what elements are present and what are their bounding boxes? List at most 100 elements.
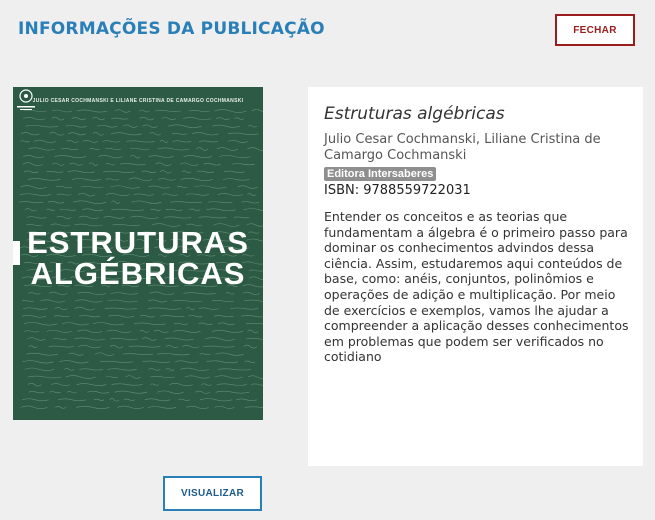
cover-scribble [77,192,96,197]
book-cover: JULIO CESAR COCHMANSKI E LILIANE CRISTIN… [13,87,263,420]
page-header-title: INFORMAÇÕES DA PUBLICAÇÃO [18,19,325,39]
view-button[interactable]: VISUALIZAR [163,476,262,511]
cover-scribble [184,375,211,379]
cover-scribble [215,352,244,356]
cover-scribble [51,162,65,166]
cover-scribble [170,201,202,204]
cover-scribble [176,186,188,188]
cover-scribble [205,337,236,341]
cover-scribble [20,140,30,143]
cover-scribble [76,109,108,113]
cover-scribble [130,215,159,219]
cover-scribble [46,330,72,333]
cover-scribble [123,124,138,128]
cover-scribble [78,215,99,220]
cover-scribble [217,322,235,326]
cover-scribble [203,162,221,166]
cover-scribble [114,390,148,394]
cover-scribble [165,367,175,371]
cover-scribble [155,110,181,112]
cover-scribble [186,405,209,410]
cover-scribble [53,315,70,318]
cover-scribble [103,170,135,173]
cover-scribble [27,337,46,341]
cover-scribble [75,299,103,303]
cover-scribble [206,208,236,212]
cover-scribble [243,208,263,211]
cover-scribble [206,360,238,364]
cover-scribble [129,154,141,159]
cover-scribble [180,177,213,181]
cover-scribble [148,368,161,371]
cover-scribble [160,315,185,318]
cover-scribble [128,177,153,182]
cover-scribble [208,201,233,204]
cover-scribble [54,155,87,158]
cover-scribble [102,140,120,143]
cover-scribble [139,109,150,113]
cover-scribble [76,383,107,386]
publisher-badge: Editora Intersaberes [324,167,437,181]
cover-scribble [77,291,107,295]
cover-scribble [211,300,234,302]
cover-scribble [244,360,256,364]
cover-scribble [105,375,118,379]
cover-scribble [107,368,137,371]
cover-scribble [79,368,104,371]
book-authors: Julio Cesar Cochmanski, Liliane Cristina… [324,132,601,163]
cover-scribble [77,345,102,349]
cover-scribble [24,367,55,372]
cover-scribble [148,185,171,189]
cover-scribble [164,337,194,341]
cover-scribble [191,132,219,136]
cover-scribble [223,170,245,173]
cover-scribble [141,170,156,173]
cover-scribble [188,208,200,212]
cover-scribble [227,132,259,135]
cover-scribble [198,307,219,310]
cover-scribble [27,382,42,387]
cover-scribble [165,208,183,211]
cover-scribble [247,147,263,151]
cover-scribble [212,124,240,128]
cover-scribble [125,375,141,379]
close-button[interactable]: FECHAR [555,14,635,46]
cover-scribble [107,299,138,303]
cover-scribble [122,353,153,356]
cover-scribble [59,360,89,364]
cover-scribble [234,117,244,120]
cover-scribble [199,353,211,356]
cover-scribble [219,155,251,159]
cover-scribble [56,193,72,196]
cover-scribble [241,201,260,204]
cover-scribble [223,178,250,181]
cover-scribble [203,345,235,348]
cover-scribble [103,216,125,219]
cover-scribble [69,162,83,166]
cover-scribble [82,140,99,143]
cover-scribble [189,110,210,112]
cover-scribble [82,208,104,212]
info-panel: Estruturas algébricas Julio Cesar Cochma… [308,87,643,466]
cover-scribble [87,390,110,394]
cover-scribble [214,405,235,409]
cover-scribble [49,391,61,394]
cover-scribble [159,139,169,143]
cover-scribble [19,193,52,196]
cover-scribble [92,132,104,136]
cover-scribble [161,193,179,196]
cover-scribble [236,398,257,401]
cover-scribble [20,185,47,189]
cover-scribble [114,109,131,113]
cover-scribble [201,383,212,386]
cover-scribble [247,375,263,379]
cover-scribble [216,147,239,151]
cover-scribble [65,375,96,379]
cover-scribble [24,208,37,212]
cover-scribble [155,162,172,166]
cover-scribble [147,299,168,303]
cover-scribble [147,307,182,310]
cover-scribble [186,193,209,196]
cover-scribble [47,200,64,204]
cover-scribble [23,322,58,326]
